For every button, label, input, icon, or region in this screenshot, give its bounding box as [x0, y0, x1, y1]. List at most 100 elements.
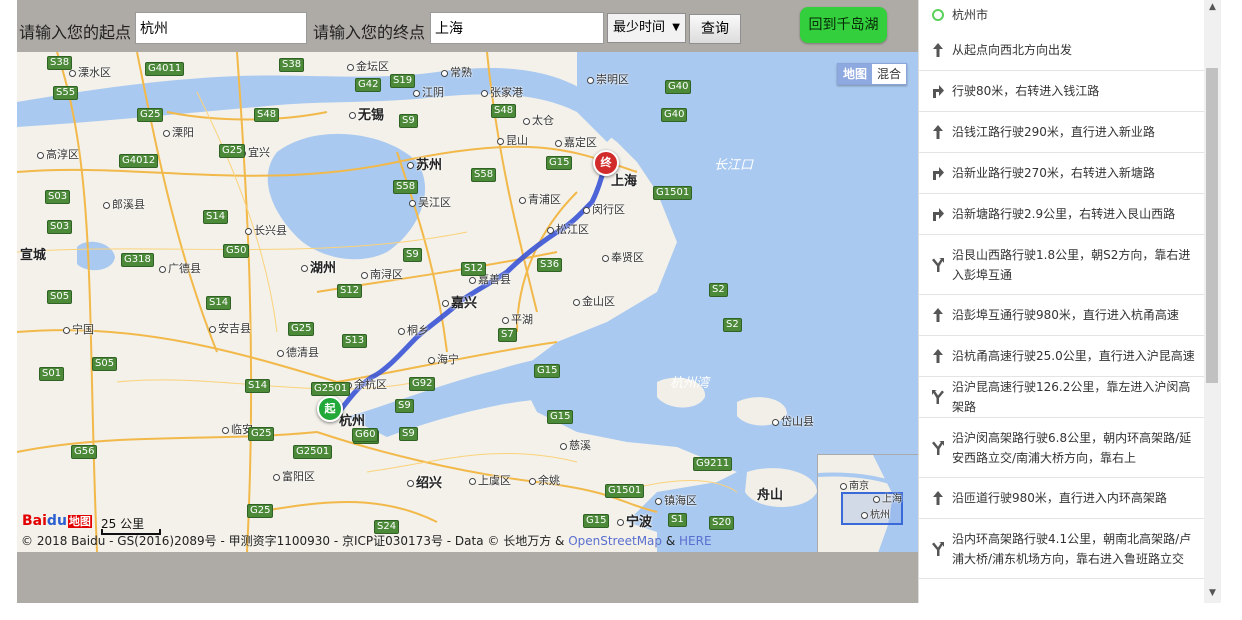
- keep-right-icon: [931, 440, 945, 456]
- place-jinshan: 金山区: [573, 293, 615, 309]
- place-pinghu: 平湖: [502, 311, 533, 327]
- place-wujiang: 吴江区: [409, 194, 451, 210]
- direction-step-text: 沿匝道行驶980米，直行进入内环高架路: [952, 491, 1167, 505]
- place-wuxi: 无锡: [349, 104, 384, 123]
- road-shield: S14: [203, 210, 229, 224]
- road-shield: S05: [47, 290, 73, 304]
- directions-panel: 杭州市 从起点向西北方向出发 行驶80米，右转进入钱江路 沿钱江路行驶290米，直行进…: [918, 0, 1205, 603]
- road-shield: G15: [583, 514, 610, 528]
- keep-left-icon: [931, 389, 945, 405]
- road-shield: G15: [546, 156, 573, 170]
- road-shield: G56: [71, 445, 98, 459]
- end-label: 请输入您的终点: [313, 23, 426, 42]
- place-daishan: 岱山县: [772, 413, 814, 429]
- road-shield: S03: [47, 220, 73, 234]
- route-strategy-select[interactable]: 最少时间 ▼: [607, 13, 686, 43]
- map-type-hybrid-button[interactable]: 混合: [871, 64, 906, 84]
- arrow-up-icon: [931, 348, 945, 364]
- start-marker[interactable]: 起: [317, 396, 343, 422]
- road-shield: G92: [409, 377, 436, 391]
- road-shield: G2501: [311, 382, 351, 396]
- map-type-normal-button[interactable]: 地图: [837, 64, 872, 84]
- road-shield: S05: [92, 357, 118, 371]
- direction-step[interactable]: 从起点向西北方向出发: [919, 30, 1205, 71]
- direction-step-text: 沿新业路行驶270米，右转进入新塘路: [952, 166, 1155, 180]
- direction-step[interactable]: 沿沪昆高速行驶126.2公里，靠左进入沪闵高架路: [919, 377, 1205, 418]
- end-marker[interactable]: 终: [593, 150, 619, 176]
- place-ningbo: 宁波: [617, 511, 652, 530]
- road-shield: G318: [121, 253, 154, 267]
- highway-network: [17, 52, 658, 552]
- direction-step-text: 沿沪昆高速行驶126.2公里，靠左进入沪闵高架路: [952, 380, 1191, 414]
- road-shield: S55: [53, 86, 79, 100]
- road-shield: G9211: [693, 457, 733, 471]
- osm-link[interactable]: OpenStreetMap: [568, 534, 662, 548]
- direction-step[interactable]: 行驶80米，右转进入钱江路: [919, 71, 1205, 112]
- road-shield: S12: [337, 284, 363, 298]
- place-liyang: 溧阳: [163, 124, 194, 140]
- direction-step[interactable]: 沿新业路行驶270米，右转进入新塘路: [919, 153, 1205, 194]
- place-hangzhouwan: 杭州湾: [670, 376, 710, 391]
- place-kunshan: 昆山: [497, 132, 528, 148]
- road-shield: S20: [709, 516, 735, 530]
- arrow-up-icon: [931, 124, 945, 140]
- overview-map[interactable]: 南京 上海 杭州: [817, 454, 918, 552]
- direction-step[interactable]: 沿艮山西路行驶1.8公里，朝S2方向，靠右进入彭埠互通: [919, 235, 1205, 295]
- scroll-up-icon[interactable]: ▲: [1204, 2, 1221, 12]
- road-shield: G40: [665, 80, 692, 94]
- road-shield: S9: [403, 248, 422, 262]
- search-button[interactable]: 查询: [689, 14, 741, 44]
- direction-step[interactable]: 杭州市: [919, 0, 1205, 30]
- turn-right-icon: [931, 83, 945, 99]
- direction-step[interactable]: 沿新塘路行驶2.9公里，右转进入艮山西路: [919, 194, 1205, 235]
- direction-step[interactable]: 沿钱江路行驶290米，直行进入新业路: [919, 112, 1205, 153]
- end-input[interactable]: [430, 12, 604, 44]
- place-hangzhou: 杭州: [339, 414, 366, 429]
- place-shanghai: 上海: [611, 174, 638, 189]
- place-cixi: 慈溪: [560, 437, 591, 453]
- road-shield: G25: [219, 144, 246, 158]
- place-taicang: 太仓: [523, 112, 554, 128]
- place-yuyao: 余姚: [529, 472, 560, 488]
- road-shield: S9: [399, 114, 418, 128]
- ov-place-shanghai: 上海: [873, 490, 902, 505]
- direction-step[interactable]: 沿杭甬高速行驶25.0公里，直行进入沪昆高速: [919, 336, 1205, 377]
- road-shield: G15: [534, 364, 561, 378]
- scroll-thumb[interactable]: [1206, 68, 1218, 383]
- place-ningguo: 宁国: [63, 321, 94, 337]
- road-shield: G25: [288, 322, 315, 336]
- place-jiading: 嘉定区: [555, 134, 597, 150]
- place-anji: 安吉县: [209, 320, 251, 336]
- road-shield: S38: [279, 58, 305, 72]
- road-shield: G40: [661, 108, 688, 122]
- start-input[interactable]: [135, 12, 307, 44]
- directions-scrollbar[interactable]: ▲ ▼: [1204, 0, 1221, 603]
- here-link[interactable]: HERE: [679, 534, 712, 548]
- road-shield: S58: [471, 168, 497, 182]
- map-type-switch: 地图 混合: [836, 63, 907, 85]
- place-huzhou: 湖州: [301, 257, 336, 276]
- road-shield: G25: [248, 427, 275, 441]
- direction-step[interactable]: 沿匝道行驶980米，直行进入内环高架路: [919, 478, 1205, 519]
- direction-step[interactable]: 沿内环高架路行驶4.1公里，朝南北高架路/卢浦大桥/浦东机场方向，靠右进入鲁班路…: [919, 519, 1205, 579]
- place-nanxun: 南浔区: [361, 266, 403, 282]
- map-view[interactable]: 无锡 苏州 上海 湖州 嘉兴 杭州 绍兴 宁波 舟山 宣城 长江口 杭州湾 溧阳…: [17, 52, 918, 552]
- place-haining: 海宁: [428, 351, 459, 367]
- direction-step[interactable]: 沿彭埠互通行驶980米，直行进入杭甬高速: [919, 295, 1205, 336]
- road-shield: S9: [395, 399, 414, 413]
- direction-step-text: 沿新塘路行驶2.9公里，右转进入艮山西路: [952, 207, 1176, 221]
- direction-step-text: 沿彭埠互通行驶980米，直行进入杭甬高速: [952, 308, 1179, 322]
- scroll-down-icon[interactable]: ▼: [1204, 588, 1221, 598]
- baidu-map-logo: Baidu 地图: [22, 513, 92, 529]
- direction-step[interactable]: 沿沪闵高架路行驶6.8公里，朝内环高架路/延安西路立交/南浦大桥方向，靠右上: [919, 418, 1205, 478]
- place-lishui: 溧水区: [69, 64, 111, 80]
- route-strategy-value: 最少时间: [613, 20, 666, 35]
- road-shield: S38: [47, 56, 73, 70]
- place-jiangyin: 江阴: [413, 84, 444, 100]
- back-to-qiandaohu-button[interactable]: 回到千岛湖: [800, 7, 887, 43]
- paw-icon: du: [46, 513, 67, 529]
- place-fengxian: 奉贤区: [602, 249, 644, 265]
- road-shield: S14: [206, 296, 232, 310]
- place-guangde: 广德县: [159, 260, 201, 276]
- road-shield: S48: [254, 108, 280, 122]
